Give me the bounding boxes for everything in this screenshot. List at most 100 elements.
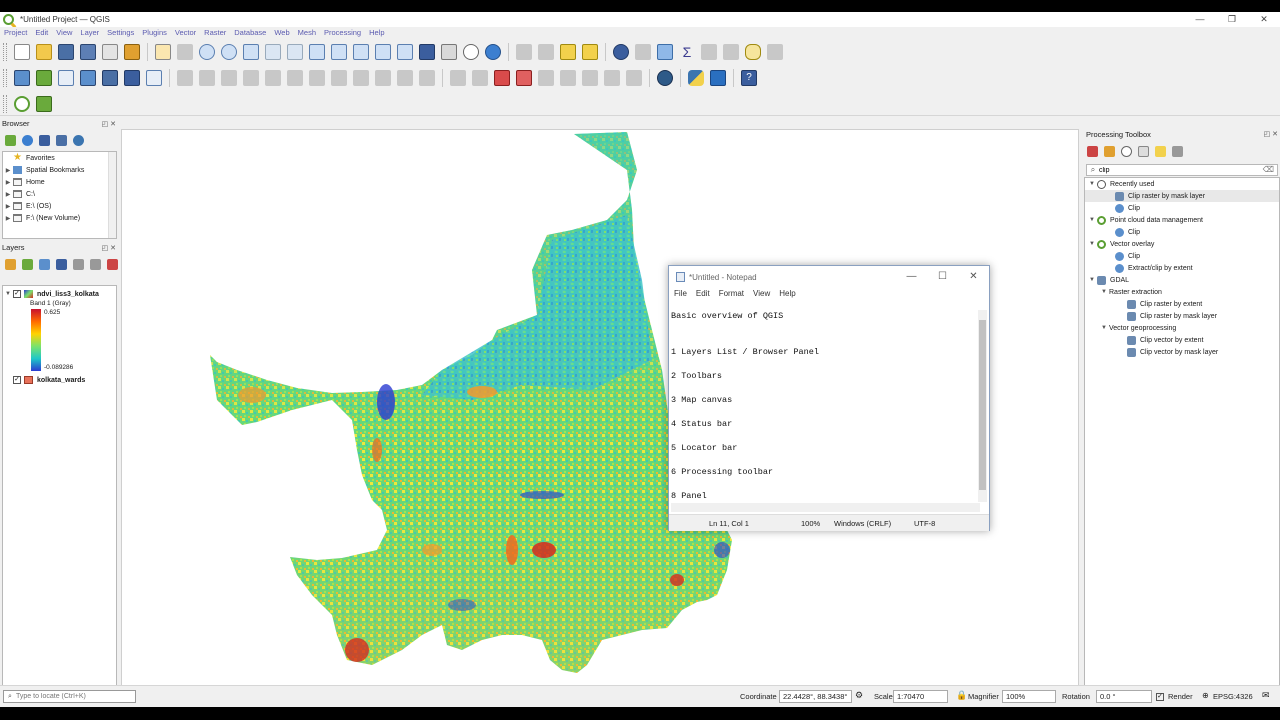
- select-by-value-icon[interactable]: [560, 44, 576, 60]
- browser-item[interactable]: ▶ C:\: [3, 188, 116, 200]
- layer-labeling-icon[interactable]: [472, 70, 488, 86]
- toggle-editing-icon[interactable]: [199, 70, 215, 86]
- algorithm-item[interactable]: Clip: [1085, 250, 1279, 262]
- filter-legend-icon[interactable]: [56, 258, 67, 270]
- subgroup-vector-geoprocessing[interactable]: ▼ Vector geoprocessing: [1085, 322, 1279, 334]
- zoom-to-layer-icon[interactable]: [287, 44, 303, 60]
- measure-dropdown-icon[interactable]: [723, 44, 739, 60]
- algorithm-item[interactable]: Clip raster by mask layer: [1085, 310, 1279, 322]
- menu-raster[interactable]: Raster: [200, 27, 230, 39]
- refresh-icon[interactable]: [485, 44, 501, 60]
- add-vector-layer-icon[interactable]: [58, 70, 74, 86]
- plugin-icon[interactable]: [710, 70, 726, 86]
- add-selected-layers-icon[interactable]: [5, 134, 16, 146]
- zoom-to-selection-icon[interactable]: [265, 44, 281, 60]
- highlight-pinned-labels-icon[interactable]: [494, 70, 510, 86]
- algorithm-item[interactable]: Clip: [1085, 226, 1279, 238]
- digitize-icon[interactable]: [243, 70, 259, 86]
- menu-database[interactable]: Database: [230, 27, 270, 39]
- add-mesh-layer-icon[interactable]: [102, 70, 118, 86]
- add-group-icon[interactable]: [22, 258, 33, 270]
- browser-item[interactable]: ★ Favorites: [3, 152, 116, 164]
- collapse-all-icon[interactable]: [90, 258, 101, 270]
- rotation-field[interactable]: 0.0 °: [1096, 690, 1152, 703]
- save-as-icon[interactable]: [80, 44, 96, 60]
- measure-icon[interactable]: [701, 44, 717, 60]
- algorithm-item[interactable]: Clip vector by mask layer: [1085, 346, 1279, 358]
- add-wms-layer-icon[interactable]: [124, 70, 140, 86]
- properties-icon[interactable]: [73, 134, 84, 146]
- close-button[interactable]: ✕: [1248, 12, 1280, 27]
- notepad-vertical-scrollbar[interactable]: [978, 310, 987, 502]
- zoom-next-icon[interactable]: [353, 44, 369, 60]
- style-manager-icon[interactable]: [124, 44, 140, 60]
- copy-features-icon[interactable]: [353, 70, 369, 86]
- toolbar-grip[interactable]: [3, 43, 7, 61]
- zoom-native-icon[interactable]: [309, 44, 325, 60]
- add-wfs-layer-icon[interactable]: [146, 70, 162, 86]
- menu-mesh[interactable]: Mesh: [294, 27, 320, 39]
- menu-project[interactable]: Project: [0, 27, 31, 39]
- history-icon[interactable]: [1121, 146, 1132, 157]
- algorithm-item[interactable]: Clip raster by mask layer: [1085, 190, 1279, 202]
- processing-panel-buttons[interactable]: ◰ ✕: [1264, 129, 1278, 141]
- menu-processing[interactable]: Processing: [320, 27, 365, 39]
- remove-layer-icon[interactable]: [107, 258, 118, 270]
- notepad-menu-view[interactable]: View: [753, 288, 770, 300]
- notepad-maximize-button[interactable]: ☐: [927, 266, 958, 288]
- save-edits-icon[interactable]: [221, 70, 237, 86]
- notepad-close-button[interactable]: ✕: [958, 266, 989, 288]
- menu-web[interactable]: Web: [270, 27, 293, 39]
- add-raster-layer-icon[interactable]: [80, 70, 96, 86]
- show-bookmarks-icon[interactable]: [441, 44, 457, 60]
- expand-all-icon[interactable]: [73, 258, 84, 270]
- filter-browser-icon[interactable]: [39, 134, 50, 146]
- extents-toggle-icon[interactable]: ⚙: [855, 690, 863, 701]
- restore-button[interactable]: ❐: [1216, 12, 1248, 27]
- minimize-button[interactable]: —: [1184, 12, 1216, 27]
- magnifier-field[interactable]: 100%: [1002, 690, 1056, 703]
- new-geopackage-layer-icon[interactable]: [36, 70, 52, 86]
- change-label-icon[interactable]: [604, 70, 620, 86]
- identify-icon[interactable]: [613, 44, 629, 60]
- menu-vector[interactable]: Vector: [171, 27, 200, 39]
- group-vector-overlay[interactable]: ▼ Vector overlay: [1085, 238, 1279, 250]
- show-hide-labels-icon[interactable]: [538, 70, 554, 86]
- coordinate-field[interactable]: 22.4428°, 88.3438°: [779, 690, 852, 703]
- select-features-icon[interactable]: [538, 44, 554, 60]
- deselect-features-icon[interactable]: [582, 44, 598, 60]
- identify-features-icon[interactable]: [516, 44, 532, 60]
- locator-input[interactable]: [16, 693, 131, 700]
- browser-scrollbar[interactable]: [108, 152, 116, 238]
- menu-help[interactable]: Help: [365, 27, 388, 39]
- processing-tools-icon[interactable]: [36, 95, 52, 112]
- help-icon[interactable]: ?: [741, 70, 757, 86]
- notepad-minimize-button[interactable]: —: [896, 266, 927, 288]
- menu-layer[interactable]: Layer: [76, 27, 103, 39]
- messages-icon[interactable]: ✉: [1262, 690, 1270, 701]
- menu-settings[interactable]: Settings: [103, 27, 138, 39]
- data-source-manager-icon[interactable]: [14, 70, 30, 86]
- notepad-menu-format[interactable]: Format: [719, 288, 744, 300]
- menu-edit[interactable]: Edit: [31, 27, 52, 39]
- open-project-icon[interactable]: [36, 44, 52, 60]
- layer-visibility-checkbox[interactable]: ✓: [13, 290, 21, 298]
- layers-panel-buttons[interactable]: ◰ ✕: [102, 243, 116, 255]
- new-bookmark-icon[interactable]: [419, 44, 435, 60]
- processing-search-input[interactable]: [1099, 166, 1259, 174]
- browser-item[interactable]: ▶ Home: [3, 176, 116, 188]
- subgroup-raster-extraction[interactable]: ▼ Raster extraction: [1085, 286, 1279, 298]
- clear-search-icon[interactable]: ⌫: [1263, 165, 1274, 174]
- text-annotation-icon[interactable]: [767, 44, 783, 60]
- modify-attributes-icon[interactable]: [287, 70, 303, 86]
- menu-plugins[interactable]: Plugins: [138, 27, 171, 39]
- open-attribute-table-icon[interactable]: [635, 44, 651, 60]
- algorithm-item[interactable]: Clip raster by extent: [1085, 298, 1279, 310]
- browser-item[interactable]: ▶ Spatial Bookmarks: [3, 164, 116, 176]
- layer-visibility-checkbox[interactable]: ✓: [13, 376, 21, 384]
- zoom-last-icon[interactable]: [331, 44, 347, 60]
- group-recently-used[interactable]: ▼ Recently used: [1085, 178, 1279, 190]
- map-tips-icon[interactable]: [745, 44, 761, 60]
- browser-item[interactable]: ▶ F:\ (New Volume): [3, 212, 116, 224]
- toolbar-grip[interactable]: [3, 94, 7, 113]
